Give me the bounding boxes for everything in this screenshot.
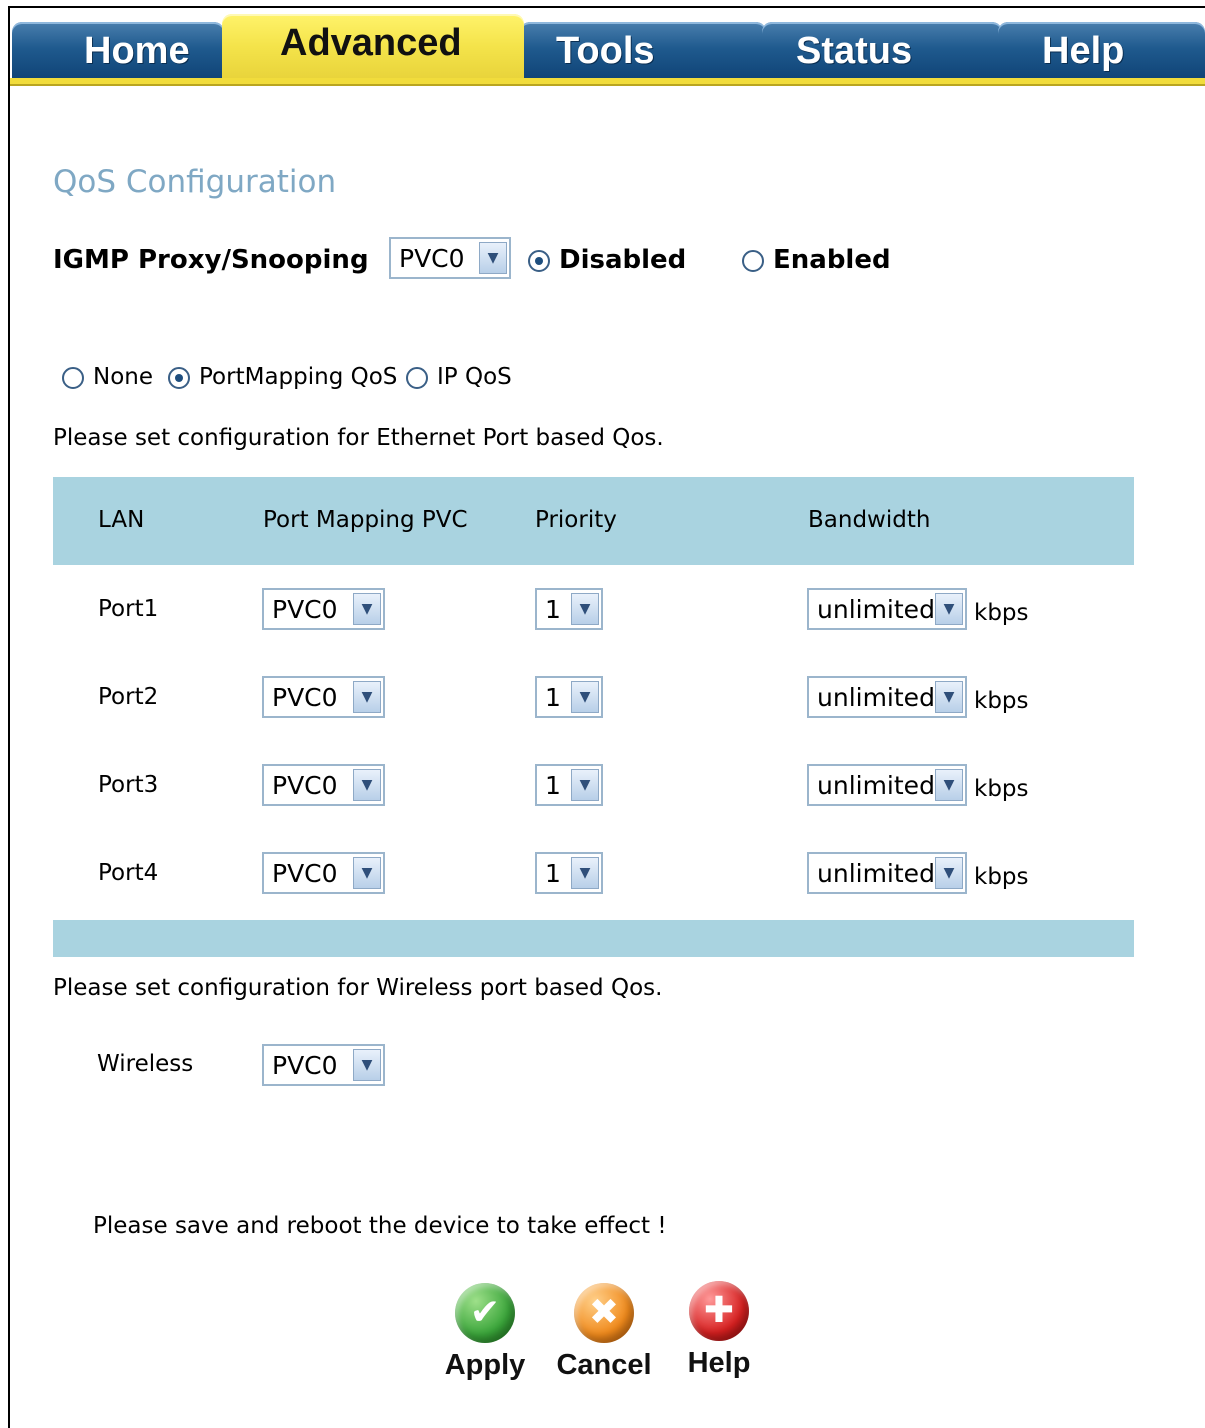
igmp-label: IGMP Proxy/Snooping (53, 245, 369, 275)
chevron-down-icon: ▼ (571, 769, 599, 801)
port-label: Port3 (98, 772, 159, 798)
igmp-enabled-label: Enabled (773, 245, 891, 275)
chevron-down-icon: ▼ (479, 242, 507, 274)
checkmark-icon: ✔ (455, 1283, 515, 1343)
qos-portmapping-radio[interactable] (168, 367, 190, 389)
header-port-mapping-pvc: Port Mapping PVC (263, 507, 468, 533)
header-lan: LAN (98, 507, 145, 533)
port2-pvc-select[interactable]: PVC0 ▼ (262, 676, 385, 718)
igmp-disabled-label: Disabled (559, 245, 687, 275)
port3-priority-select[interactable]: 1 ▼ (535, 764, 603, 806)
tab-advanced[interactable]: Advanced (222, 14, 524, 80)
igmp-pvc-value: PVC0 (399, 244, 465, 273)
chevron-down-icon: ▼ (571, 681, 599, 713)
port-label: Port4 (98, 860, 159, 886)
chevron-down-icon: ▼ (353, 681, 381, 713)
igmp-disabled-radio[interactable] (528, 250, 550, 272)
qos-ip-radio[interactable] (406, 367, 428, 389)
port2-priority-select[interactable]: 1 ▼ (535, 676, 603, 718)
port1-pvc-select[interactable]: PVC0 ▼ (262, 588, 385, 630)
bandwidth-unit: kbps (974, 864, 1029, 890)
chevron-down-icon: ▼ (935, 769, 963, 801)
wireless-label: Wireless (97, 1051, 194, 1077)
chevron-down-icon: ▼ (353, 769, 381, 801)
plus-icon: ✚ (689, 1281, 749, 1341)
port4-priority-select[interactable]: 1 ▼ (535, 852, 603, 894)
page-title: QoS Configuration (53, 164, 337, 200)
igmp-enabled-radio[interactable] (742, 250, 764, 272)
qos-none-radio[interactable] (62, 367, 84, 389)
port3-bandwidth-select[interactable]: unlimited ▼ (807, 764, 967, 806)
apply-button[interactable]: ✔ Apply (430, 1283, 540, 1403)
save-note: Please save and reboot the device to tak… (93, 1213, 667, 1239)
port-label: Port2 (98, 684, 159, 710)
igmp-pvc-select[interactable]: PVC0 ▼ (389, 237, 511, 279)
tab-status[interactable]: Status (762, 22, 1002, 80)
header-priority: Priority (535, 507, 617, 533)
ethernet-note: Please set configuration for Ethernet Po… (53, 425, 664, 451)
chevron-down-icon: ▼ (935, 681, 963, 713)
bandwidth-unit: kbps (974, 776, 1029, 802)
table-footer (53, 920, 1134, 957)
chevron-down-icon: ▼ (353, 857, 381, 889)
chevron-down-icon: ▼ (935, 593, 963, 625)
chevron-down-icon: ▼ (935, 857, 963, 889)
qos-ip-label: IP QoS (437, 364, 512, 390)
tab-help[interactable]: Help (998, 22, 1205, 80)
tab-home[interactable]: Home (12, 22, 224, 80)
qos-portmapping-label: PortMapping QoS (199, 364, 398, 390)
chevron-down-icon: ▼ (353, 593, 381, 625)
port2-bandwidth-select[interactable]: unlimited ▼ (807, 676, 967, 718)
port4-bandwidth-select[interactable]: unlimited ▼ (807, 852, 967, 894)
port-label: Port1 (98, 596, 159, 622)
chevron-down-icon: ▼ (571, 857, 599, 889)
port1-priority-select[interactable]: 1 ▼ (535, 588, 603, 630)
cancel-x-icon: ✖ (574, 1283, 634, 1343)
tab-underline (10, 78, 1205, 86)
wireless-note: Please set configuration for Wireless po… (53, 975, 663, 1001)
bandwidth-unit: kbps (974, 600, 1029, 626)
port3-pvc-select[interactable]: PVC0 ▼ (262, 764, 385, 806)
wireless-pvc-select[interactable]: PVC0 ▼ (262, 1044, 385, 1086)
tab-tools[interactable]: Tools (520, 22, 766, 80)
header-bandwidth: Bandwidth (808, 507, 931, 533)
qos-none-label: None (93, 364, 154, 390)
help-button[interactable]: ✚ Help (664, 1281, 774, 1401)
tab-bar: Home Tools Status Help Advanced (10, 8, 1205, 86)
chevron-down-icon: ▼ (353, 1049, 381, 1081)
chevron-down-icon: ▼ (571, 593, 599, 625)
bandwidth-unit: kbps (974, 688, 1029, 714)
port1-bandwidth-select[interactable]: unlimited ▼ (807, 588, 967, 630)
port4-pvc-select[interactable]: PVC0 ▼ (262, 852, 385, 894)
cancel-button[interactable]: ✖ Cancel (549, 1283, 659, 1403)
